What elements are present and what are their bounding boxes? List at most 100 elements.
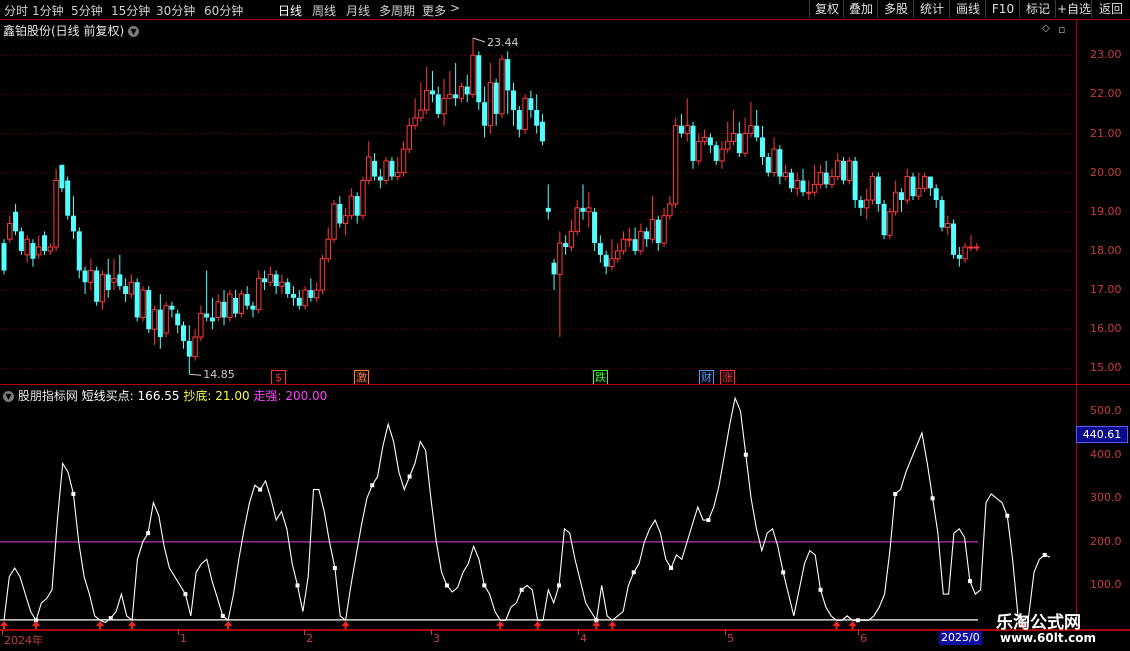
period-tab[interactable]: 30分钟 [156, 2, 195, 19]
toolbar-button[interactable]: 多股 [877, 0, 914, 18]
candle [945, 215, 951, 236]
buy-arrow-icon [592, 621, 601, 629]
period-tab[interactable]: 更多 [422, 2, 446, 19]
candle [105, 258, 111, 298]
toolbar-button[interactable]: +自选 [1055, 0, 1092, 18]
event-marker[interactable]: 涨 [720, 370, 735, 385]
candle [342, 207, 349, 236]
candle [568, 219, 575, 251]
candle [852, 156, 858, 208]
candle [13, 203, 19, 236]
price-tick-label: 21.00 [1090, 126, 1122, 140]
candle [696, 133, 702, 165]
toolbar: 分时 1分钟 5分钟 15分钟 30分钟 60分钟 日线 周线 月线 多周期 更多 > 复权 叠加 多股统… [0, 0, 1130, 20]
chevron-right-icon[interactable]: > [450, 1, 460, 15]
toolbar-button[interactable]: 统计 [913, 0, 950, 18]
candle [192, 329, 198, 361]
candle [736, 121, 742, 157]
candle [400, 141, 407, 177]
toolbar-button[interactable]: 复权 [809, 0, 844, 18]
candle [302, 286, 308, 310]
candle [707, 133, 713, 154]
event-marker[interactable]: 财 [699, 370, 714, 385]
price-tick-label: 17.00 [1090, 283, 1122, 297]
candle [1, 239, 7, 275]
candle [725, 121, 731, 154]
indicator-dot [631, 570, 636, 575]
time-label: 4 [580, 632, 587, 645]
watermark-url: www.60lt.com [1000, 631, 1097, 645]
candle [372, 153, 378, 181]
indicator-dot [407, 474, 412, 479]
candle [956, 247, 962, 267]
candle [609, 239, 615, 271]
indicator-dot [295, 583, 300, 588]
candle [655, 215, 661, 251]
period-tab[interactable]: 多周期 [379, 2, 415, 19]
candle [951, 219, 957, 259]
indicator-dot [183, 592, 188, 597]
toolbar-button[interactable]: 返回 [1091, 0, 1130, 18]
toolbar-button[interactable]: 标记 [1019, 0, 1056, 18]
candle [817, 164, 824, 189]
candle [476, 51, 482, 111]
period-tab[interactable]: 月线 [346, 2, 370, 19]
period-tab[interactable]: 60分钟 [204, 2, 243, 19]
period-tab[interactable]: 分时 [4, 2, 28, 19]
indicator-dot [557, 583, 562, 588]
candles [1, 38, 980, 375]
candle [493, 78, 499, 126]
candle [487, 63, 494, 134]
candle [453, 63, 459, 107]
time-tick [304, 630, 305, 635]
toolbar-button[interactable]: 叠加 [843, 0, 878, 18]
candle [233, 290, 239, 318]
candle [788, 168, 794, 193]
candle [186, 325, 192, 375]
period-tab[interactable]: 15分钟 [111, 2, 150, 19]
time-label: 2024年 [4, 634, 43, 647]
price-tick-label: 19.00 [1090, 204, 1122, 218]
price-tick-label: 20.00 [1090, 165, 1122, 179]
period-tab[interactable]: 5分钟 [71, 2, 103, 19]
candle [65, 176, 71, 220]
low-pointer [189, 373, 202, 376]
period-tab[interactable]: 日线 [278, 2, 302, 19]
candle [348, 188, 355, 220]
toolbar-button[interactable]: F10 [985, 0, 1020, 18]
candle [626, 227, 633, 248]
candle [256, 270, 262, 314]
candle [337, 196, 343, 228]
period-tab[interactable]: 周线 [312, 2, 336, 19]
indicator-dot [893, 491, 898, 496]
candle [123, 278, 129, 302]
candle [806, 180, 812, 201]
buy-arrow-icon [341, 621, 350, 629]
high-label: 23.44 [487, 36, 519, 49]
event-marker[interactable]: 激 [354, 370, 369, 385]
candle [771, 137, 777, 177]
candle [360, 176, 366, 220]
time-tick [578, 630, 579, 635]
candle [366, 141, 372, 185]
candle [412, 98, 418, 130]
candle [516, 106, 522, 138]
time-tick [2, 630, 3, 635]
candle [864, 188, 870, 220]
period-tab[interactable]: 1分钟 [32, 2, 64, 19]
candle [580, 184, 586, 220]
candle [128, 274, 135, 298]
price-tick-label: 15.00 [1090, 361, 1122, 375]
event-marker[interactable]: 跌 [593, 370, 608, 385]
indicator-lines [0, 396, 1051, 624]
time-label: 2 [306, 632, 313, 645]
indicator-dot [743, 452, 748, 457]
candle [429, 70, 435, 103]
indicator-axis [1076, 384, 1130, 630]
toolbar-button[interactable]: 画线 [949, 0, 986, 18]
indicator-tick-label: 400.0 [1090, 447, 1122, 461]
candle [435, 86, 441, 118]
buy-arrow-icon [32, 621, 41, 629]
indicator-dot [706, 518, 711, 523]
event-marker[interactable]: $ [271, 370, 286, 385]
